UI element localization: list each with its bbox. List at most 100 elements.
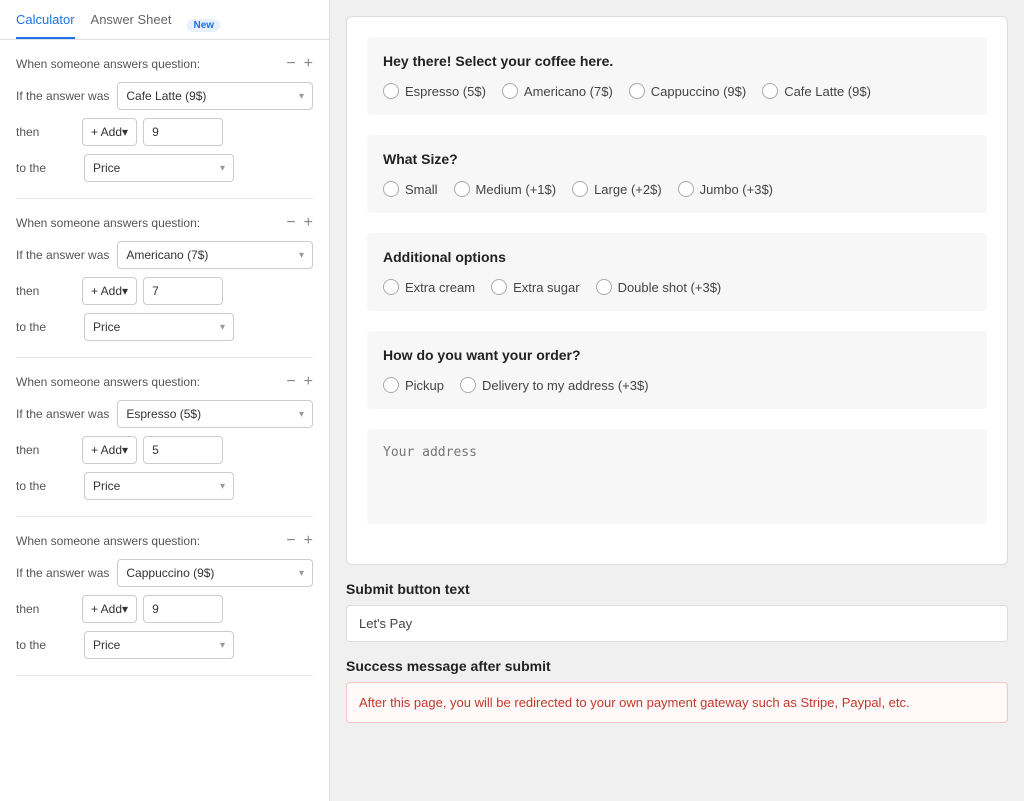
- rule-controls-1: − +: [286, 56, 313, 72]
- order-question-block: How do you want your order? Pickup Deliv…: [367, 331, 987, 409]
- radio-circle: [596, 279, 612, 295]
- rule-1-value-input[interactable]: [143, 118, 223, 146]
- radio-circle: [629, 83, 645, 99]
- size-label-small: Small: [405, 182, 438, 197]
- rule-controls-3: − +: [286, 374, 313, 390]
- coffee-option-cappuccino[interactable]: Cappuccino (9$): [629, 83, 746, 99]
- chevron-down-icon: ▾: [122, 602, 128, 616]
- add-rule-3-button[interactable]: +: [304, 374, 313, 390]
- rule-3-operation-select[interactable]: + Add ▾: [82, 436, 137, 464]
- radio-circle: [762, 83, 778, 99]
- rule-1-answer-select[interactable]: Cafe Latte (9$) ▾: [117, 82, 313, 110]
- rule-header-3: When someone answers question: − +: [16, 374, 313, 390]
- size-option-jumbo[interactable]: Jumbo (+3$): [678, 181, 773, 197]
- coffee-option-cafe-latte[interactable]: Cafe Latte (9$): [762, 83, 871, 99]
- additional-label-extra-sugar: Extra sugar: [513, 280, 579, 295]
- rule-3-to-row: to the Price ▾: [16, 472, 313, 500]
- tab-calculator[interactable]: Calculator: [16, 12, 75, 39]
- remove-rule-2-button[interactable]: −: [286, 215, 295, 231]
- coffee-label-americano: Americano (7$): [524, 84, 613, 99]
- additional-options-row: Extra cream Extra sugar Double shot (+3$…: [383, 279, 971, 295]
- rule-1-then-row: then + Add ▾: [16, 118, 313, 146]
- rule-2-to-row: to the Price ▾: [16, 313, 313, 341]
- rule-header-4: When someone answers question: − +: [16, 533, 313, 549]
- rule-1-to-label: to the: [16, 161, 76, 175]
- rule-3-then-row: then + Add ▾: [16, 436, 313, 464]
- order-option-delivery[interactable]: Delivery to my address (+3$): [460, 377, 649, 393]
- rule-block-1: When someone answers question: − + If th…: [16, 40, 313, 199]
- additional-option-double-shot[interactable]: Double shot (+3$): [596, 279, 722, 295]
- size-label-large: Large (+2$): [594, 182, 662, 197]
- additional-label-double-shot: Double shot (+3$): [618, 280, 722, 295]
- rule-4-field-select[interactable]: Price ▾: [84, 631, 234, 659]
- additional-question-block: Additional options Extra cream Extra sug…: [367, 233, 987, 311]
- tab-answer-sheet[interactable]: Answer Sheet: [91, 12, 172, 39]
- success-section-label: Success message after submit: [346, 658, 1008, 674]
- rule-4-answer-select[interactable]: Cappuccino (9$) ▾: [117, 559, 313, 587]
- order-option-pickup[interactable]: Pickup: [383, 377, 444, 393]
- coffee-question-block: Hey there! Select your coffee here. Espr…: [367, 37, 987, 115]
- rule-1-operation-select[interactable]: + Add ▾: [82, 118, 137, 146]
- radio-circle: [572, 181, 588, 197]
- radio-circle: [383, 377, 399, 393]
- size-options-row: Small Medium (+1$) Large (+2$) Jumbo (+3…: [383, 181, 971, 197]
- rule-4-then-row: then + Add ▾: [16, 595, 313, 623]
- rule-block-3: When someone answers question: − + If th…: [16, 358, 313, 517]
- rule-3-value-input[interactable]: [143, 436, 223, 464]
- size-option-large[interactable]: Large (+2$): [572, 181, 662, 197]
- address-block: [367, 429, 987, 524]
- radio-circle: [383, 279, 399, 295]
- add-rule-4-button[interactable]: +: [304, 533, 313, 549]
- rule-4-then-label: then: [16, 602, 76, 616]
- rule-2-value-input[interactable]: [143, 277, 223, 305]
- rule-2-field-select[interactable]: Price ▾: [84, 313, 234, 341]
- coffee-option-espresso[interactable]: Espresso (5$): [383, 83, 486, 99]
- coffee-options-row: Espresso (5$) Americano (7$) Cappuccino …: [383, 83, 971, 99]
- rule-3-to-label: to the: [16, 479, 76, 493]
- rule-controls-4: − +: [286, 533, 313, 549]
- size-option-small[interactable]: Small: [383, 181, 438, 197]
- rule-1-then-label: then: [16, 125, 76, 139]
- rule-4-operation-select[interactable]: + Add ▾: [82, 595, 137, 623]
- rule-header-1: When someone answers question: − +: [16, 56, 313, 72]
- success-message: After this page, you will be redirected …: [346, 682, 1008, 723]
- rule-2-operation-select[interactable]: + Add ▾: [82, 277, 137, 305]
- additional-option-extra-cream[interactable]: Extra cream: [383, 279, 475, 295]
- coffee-label-cappuccino: Cappuccino (9$): [651, 84, 746, 99]
- submit-section-label: Submit button text: [346, 581, 1008, 597]
- remove-rule-3-button[interactable]: −: [286, 374, 295, 390]
- radio-circle: [491, 279, 507, 295]
- rule-4-if-label: If the answer was: [16, 566, 109, 580]
- additional-question-title: Additional options: [383, 249, 971, 265]
- rule-3-then-label: then: [16, 443, 76, 457]
- add-rule-2-button[interactable]: +: [304, 215, 313, 231]
- rule-2-then-label: then: [16, 284, 76, 298]
- rule-3-field-select[interactable]: Price ▾: [84, 472, 234, 500]
- radio-circle: [460, 377, 476, 393]
- size-question-block: What Size? Small Medium (+1$) Large (+2$…: [367, 135, 987, 213]
- additional-label-extra-cream: Extra cream: [405, 280, 475, 295]
- rules-list: When someone answers question: − + If th…: [0, 40, 329, 676]
- chevron-down-icon: ▾: [220, 640, 225, 651]
- rule-3-answer-select[interactable]: Espresso (5$) ▾: [117, 400, 313, 428]
- remove-rule-4-button[interactable]: −: [286, 533, 295, 549]
- coffee-question-title: Hey there! Select your coffee here.: [383, 53, 971, 69]
- rule-2-if-row: If the answer was Americano (7$) ▾: [16, 241, 313, 269]
- chevron-down-icon: ▾: [299, 409, 304, 420]
- coffee-label-espresso: Espresso (5$): [405, 84, 486, 99]
- address-textarea[interactable]: [383, 445, 971, 505]
- rule-4-value-input[interactable]: [143, 595, 223, 623]
- remove-rule-1-button[interactable]: −: [286, 56, 295, 72]
- size-label-medium: Medium (+1$): [476, 182, 557, 197]
- add-rule-1-button[interactable]: +: [304, 56, 313, 72]
- rule-1-field-select[interactable]: Price ▾: [84, 154, 234, 182]
- rule-2-then-row: then + Add ▾: [16, 277, 313, 305]
- chevron-down-icon: ▾: [220, 481, 225, 492]
- rule-header-text-2: When someone answers question:: [16, 216, 200, 230]
- rule-controls-2: − +: [286, 215, 313, 231]
- rule-2-answer-select[interactable]: Americano (7$) ▾: [117, 241, 313, 269]
- additional-option-extra-sugar[interactable]: Extra sugar: [491, 279, 579, 295]
- coffee-option-americano[interactable]: Americano (7$): [502, 83, 613, 99]
- size-option-medium[interactable]: Medium (+1$): [454, 181, 557, 197]
- rule-4-if-row: If the answer was Cappuccino (9$) ▾: [16, 559, 313, 587]
